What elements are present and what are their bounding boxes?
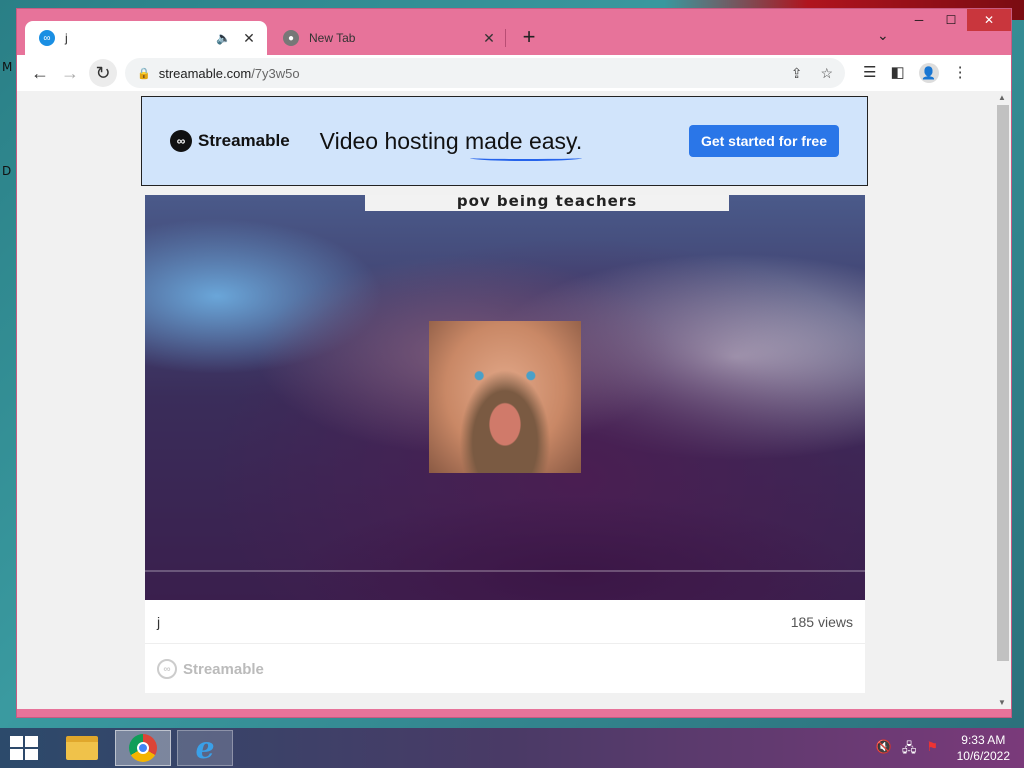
side-panel-icon[interactable]: ◧ [890,63,904,83]
lock-icon[interactable]: 🔒 [137,67,151,80]
scroll-down-icon[interactable]: ▼ [998,698,1006,707]
address-bar[interactable]: 🔒 streamable.com/7y3w5o ⇪ ☆ [125,58,845,88]
taskbar-clock[interactable]: 9:33 AM 10/6/2022 [957,732,1010,764]
view-count: 185 views [790,613,853,630]
close-tab-icon[interactable]: ✕ [241,30,257,47]
taskbar-chrome[interactable] [115,730,171,766]
speaker-icon[interactable]: 🔈 [216,31,231,45]
tab-streamable[interactable]: ∞ j 🔈 ✕ [25,21,267,55]
menu-kebab-icon[interactable]: ⋮ [953,63,968,83]
desktop-icon-label: D [2,164,12,178]
face-overlay-image [429,321,581,473]
volume-muted-icon[interactable]: 🔇 [876,739,892,761]
video-title: j [157,613,161,630]
share-icon[interactable]: ⇪ [791,65,803,82]
streamable-logo-icon: ∞ [170,130,192,152]
get-started-button[interactable]: Get started for free [688,125,839,157]
clock-date: 10/6/2022 [956,749,1010,763]
video-card: pov being teachers j 185 views ∞ Streama… [145,195,865,693]
tab-title: New Tab [309,31,356,45]
system-tray: 🔇 🖧 ⚑ [876,739,938,761]
streamable-logo[interactable]: ∞ Streamable [170,130,290,152]
browser-window: ∞ j 🔈 ✕ ● New Tab ✕ + ⌄ ─ ☐ ✕ ← → ↻ 🔒 st… [16,8,1012,718]
tab-strip: ∞ j 🔈 ✕ ● New Tab ✕ + ⌄ ─ ☐ ✕ [17,9,1011,55]
taskbar: e 🔇 🖧 ⚑ 9:33 AM 10/6/2022 [0,728,1024,768]
media-control-icon[interactable]: ☰ [863,63,876,83]
video-caption: pov being teachers [365,195,729,211]
reload-button[interactable]: ↻ [89,59,117,87]
tab-new-tab[interactable]: ● New Tab ✕ [269,21,507,55]
taskbar-file-explorer[interactable] [54,730,110,766]
scroll-up-icon[interactable]: ▲ [998,93,1006,102]
clock-time: 9:33 AM [961,733,1006,747]
minimize-button[interactable]: ─ [903,9,935,31]
footer-brand: Streamable [183,660,264,678]
tab-title: j [65,31,68,45]
video-footer[interactable]: ∞ Streamable [145,644,865,694]
taskbar-internet-explorer[interactable]: e [177,730,233,766]
brand-name: Streamable [198,131,290,150]
profile-avatar-icon[interactable]: 👤 [918,63,939,83]
chrome-icon [129,734,157,762]
new-tab-button[interactable]: + [517,24,541,50]
video-progress-bar[interactable] [145,570,865,572]
streamable-logo-icon: ∞ [157,659,177,679]
page-viewport: ∞ Streamable Video hosting made easy. Ge… [17,91,1011,709]
close-window-button[interactable]: ✕ [967,9,1011,31]
url-path: /7y3w5o [251,65,300,81]
streamable-icon: ∞ [39,30,55,46]
video-meta: j 185 views [145,600,865,644]
window-controls: ─ ☐ ✕ [903,9,1011,31]
banner-tagline: Video hosting made easy. [320,128,582,161]
back-button[interactable]: ← [25,58,55,88]
folder-icon [66,736,98,760]
page-scrollbar[interactable]: ▲ ▼ [995,91,1011,709]
tagline-underline [469,155,582,161]
url-host: streamable.com [158,65,252,81]
windows-start-icon[interactable] [10,736,38,760]
network-icon[interactable]: 🖧 [902,739,917,761]
video-frame-shape [295,495,855,600]
close-tab-icon[interactable]: ✕ [481,30,497,47]
bookmark-star-icon[interactable]: ☆ [820,65,833,82]
promo-banner[interactable]: ∞ Streamable Video hosting made easy. Ge… [141,96,868,186]
action-center-alert-icon[interactable]: ⚑ [926,739,938,761]
internet-explorer-icon: e [195,730,215,766]
browser-toolbar: ← → ↻ 🔒 streamable.com/7y3w5o ⇪ ☆ ☰ ◧ 👤 … [17,55,1011,91]
video-player[interactable]: pov being teachers [145,195,865,600]
chrome-icon: ● [283,30,299,46]
tab-divider [505,29,506,47]
desktop-icon-label: M [2,60,13,74]
tab-search-chevron-icon[interactable]: ⌄ [877,27,889,44]
scrollbar-thumb[interactable] [997,105,1009,661]
maximize-button[interactable]: ☐ [935,9,967,31]
forward-button[interactable]: → [55,58,85,88]
